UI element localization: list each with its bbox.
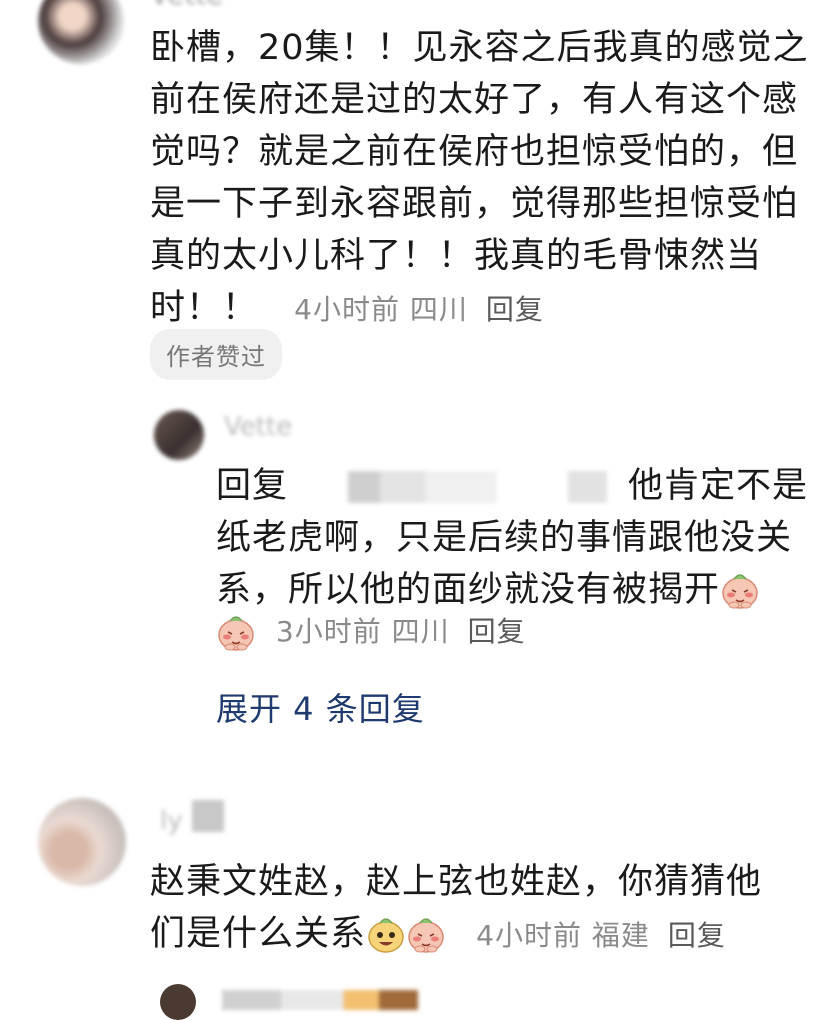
shy-emoji-icon bbox=[722, 574, 758, 609]
comment-text: 卧槽，20集！！见永容之后我真的感觉之前在侯府还是过的太好了，有人有这个感觉吗？… bbox=[150, 22, 810, 336]
timestamp: 4小时前 bbox=[476, 919, 582, 952]
location: 四川 bbox=[391, 615, 450, 648]
reply-text: 回复 他肯定不是纸老虎啊，只是后续的事情跟他没关系，所以他的面纱就没有被揭开 bbox=[216, 460, 816, 616]
comment-body: 卧槽，20集！！见永容之后我真的感觉之前在侯府还是过的太好了，有人有这个感觉吗？… bbox=[150, 28, 809, 328]
comment-text: 赵秉文姓赵，赵上弦也姓赵，你猜猜他们是什么关系 4小时前 福建 回复 bbox=[150, 856, 790, 962]
comment-meta: 4小时前 福建 回复 bbox=[476, 919, 726, 952]
shy-emoji-icon bbox=[408, 918, 444, 953]
username[interactable]: Vette bbox=[150, 0, 223, 11]
avatar[interactable] bbox=[38, 798, 126, 886]
reply-button[interactable]: 回复 bbox=[486, 293, 544, 326]
avatar[interactable] bbox=[154, 410, 204, 460]
avatar[interactable] bbox=[160, 984, 196, 1020]
username[interactable]: ly bbox=[160, 806, 183, 836]
reply-prefix: 回复 bbox=[216, 466, 289, 506]
location: 福建 bbox=[591, 919, 650, 952]
author-liked-badge: 作者赞过 bbox=[150, 329, 282, 380]
location: 四川 bbox=[409, 293, 468, 326]
reply-meta: 3小时前 四川 回复 bbox=[216, 612, 526, 653]
username-mosaic bbox=[192, 800, 224, 832]
expand-replies-button[interactable]: 展开 4 条回复 bbox=[216, 684, 425, 730]
username-mosaic bbox=[222, 990, 418, 1010]
comment-meta: 4小时前 四川 回复 bbox=[294, 293, 544, 326]
reply-button[interactable]: 回复 bbox=[468, 615, 526, 648]
grin-emoji-icon bbox=[368, 918, 404, 953]
mention-username[interactable] bbox=[296, 471, 621, 503]
avatar[interactable] bbox=[38, 0, 124, 64]
reply-button[interactable]: 回复 bbox=[668, 919, 726, 952]
timestamp: 3小时前 bbox=[275, 615, 382, 648]
shy-emoji-icon bbox=[218, 616, 254, 651]
timestamp: 4小时前 bbox=[294, 293, 400, 326]
username[interactable]: Vette bbox=[224, 412, 292, 442]
